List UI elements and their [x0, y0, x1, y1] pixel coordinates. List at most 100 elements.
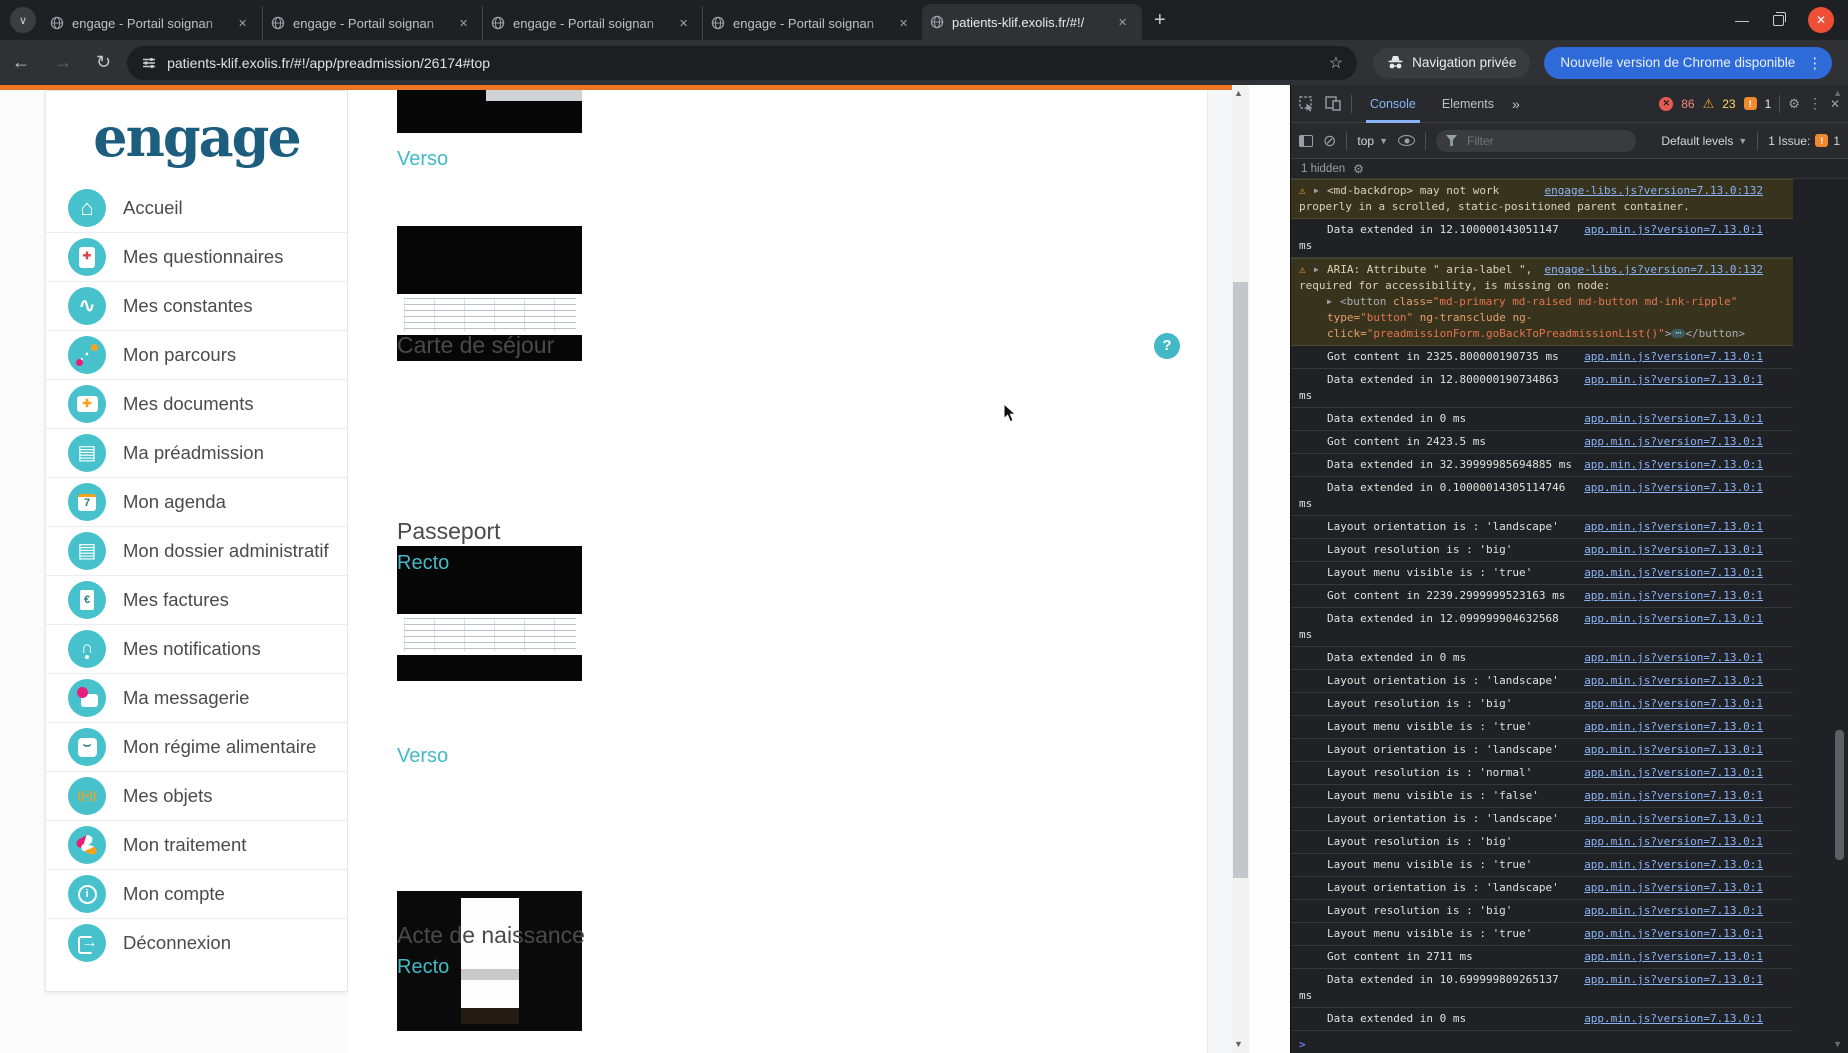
document-link-recto[interactable]: Recto: [397, 956, 449, 979]
filter-input[interactable]: [1465, 133, 1605, 149]
source-link[interactable]: app.min.js?version=7.13.0:1: [1584, 972, 1763, 988]
source-link[interactable]: app.min.js?version=7.13.0:1: [1584, 926, 1763, 942]
console-sidebar-icon[interactable]: [1299, 135, 1313, 147]
browser-tab[interactable]: patients-klif.exolis.fr/#!/ ✕: [922, 4, 1142, 40]
expand-caret-icon[interactable]: ▶: [1314, 262, 1327, 278]
source-link[interactable]: engage-libs.js?version=7.13.0:132: [1544, 183, 1763, 199]
scroll-up-icon[interactable]: ▲: [1234, 88, 1243, 98]
devtools-scrollbar-thumb[interactable]: [1835, 730, 1844, 860]
source-link[interactable]: app.min.js?version=7.13.0:1: [1584, 788, 1763, 804]
source-link[interactable]: app.min.js?version=7.13.0:1: [1584, 903, 1763, 919]
source-link[interactable]: app.min.js?version=7.13.0:1: [1584, 372, 1763, 388]
source-link[interactable]: app.min.js?version=7.13.0:1: [1584, 457, 1763, 473]
console-log-area[interactable]: engage-libs.js?version=7.13.0:132 ⚠▶<md-…: [1291, 179, 1848, 1053]
url-text[interactable]: patients-klif.exolis.fr/#!/app/preadmiss…: [167, 55, 1329, 71]
scroll-down-icon[interactable]: ▼: [1833, 1039, 1842, 1049]
source-link[interactable]: app.min.js?version=7.13.0:1: [1584, 834, 1763, 850]
chrome-update-button[interactable]: Nouvelle version de Chrome disponible ⋮: [1544, 47, 1832, 79]
source-link[interactable]: engage-libs.js?version=7.13.0:132: [1544, 262, 1763, 278]
minimize-button[interactable]: —: [1735, 12, 1749, 28]
source-link[interactable]: app.min.js?version=7.13.0:1: [1584, 673, 1763, 689]
restore-button[interactable]: [1773, 15, 1784, 26]
more-tabs-icon[interactable]: »: [1512, 96, 1518, 112]
source-link[interactable]: app.min.js?version=7.13.0:1: [1584, 222, 1763, 238]
gear-icon[interactable]: ⚙: [1353, 162, 1364, 176]
new-tab-button[interactable]: +: [1142, 1, 1178, 39]
sidebar-item[interactable]: ✚ Mes documents: [46, 379, 347, 428]
live-expression-icon[interactable]: [1398, 135, 1415, 146]
reload-button[interactable]: ↻: [84, 52, 123, 73]
source-link[interactable]: app.min.js?version=7.13.0:1: [1584, 519, 1763, 535]
expand-caret-icon[interactable]: ▶: [1314, 183, 1327, 199]
tab-close-icon[interactable]: ✕: [899, 17, 908, 30]
devtools-tab-elements[interactable]: Elements: [1434, 85, 1502, 123]
kebab-menu-icon[interactable]: ⋮: [1808, 95, 1822, 112]
error-count[interactable]: 86: [1681, 97, 1694, 111]
close-window-button[interactable]: ✕: [1808, 7, 1834, 33]
source-link[interactable]: app.min.js?version=7.13.0:1: [1584, 1011, 1763, 1027]
sidebar-item[interactable]: 7 Mon agenda: [46, 477, 347, 526]
issues-summary[interactable]: 1 Issue:!1: [1768, 134, 1840, 148]
sidebar-item[interactable]: Ma messagerie: [46, 673, 347, 722]
back-button[interactable]: ←: [0, 52, 42, 73]
help-icon[interactable]: ?: [1154, 333, 1180, 359]
browser-tab[interactable]: engage - Portail soignan ✕: [702, 6, 922, 40]
page-scrollbar-thumb[interactable]: [1233, 282, 1248, 878]
devtools-tab-console[interactable]: Console: [1362, 85, 1424, 123]
issues-count[interactable]: 1: [1765, 97, 1772, 111]
sidebar-item[interactable]: ▤ Mon dossier administratif: [46, 526, 347, 575]
document-link-verso[interactable]: Verso: [397, 148, 448, 171]
source-link[interactable]: app.min.js?version=7.13.0:1: [1584, 480, 1763, 496]
source-link[interactable]: app.min.js?version=7.13.0:1: [1584, 880, 1763, 896]
collapsed-content-ellipsis[interactable]: ⋯: [1671, 329, 1685, 338]
browser-tab[interactable]: engage - Portail soignan ✕: [482, 6, 702, 40]
filter-input-wrap[interactable]: [1436, 130, 1636, 152]
forward-button[interactable]: →: [42, 52, 84, 73]
inspect-element-icon[interactable]: [1299, 96, 1315, 112]
browser-tab[interactable]: engage - Portail soignan ✕: [42, 6, 262, 40]
console-prompt[interactable]: >: [1291, 1031, 1848, 1053]
document-link-verso[interactable]: Verso: [397, 745, 448, 768]
sidebar-item[interactable]: ⋰ Mon parcours: [46, 330, 347, 379]
document-link-recto[interactable]: Recto: [397, 552, 449, 575]
tab-close-icon[interactable]: ✕: [238, 17, 247, 30]
context-selector[interactable]: top▼: [1357, 134, 1388, 148]
address-bar[interactable]: patients-klif.exolis.fr/#!/app/preadmiss…: [127, 46, 1357, 80]
sidebar-item[interactable]: ⌣ Mon régime alimentaire: [46, 722, 347, 771]
source-link[interactable]: app.min.js?version=7.13.0:1: [1584, 696, 1763, 712]
document-thumbnail[interactable]: [397, 90, 582, 133]
sidebar-item[interactable]: Mon traitement: [46, 820, 347, 869]
source-link[interactable]: app.min.js?version=7.13.0:1: [1584, 565, 1763, 581]
tab-close-icon[interactable]: ✕: [679, 17, 688, 30]
source-link[interactable]: app.min.js?version=7.13.0:1: [1584, 811, 1763, 827]
gear-icon[interactable]: ⚙: [1788, 96, 1800, 112]
tab-close-icon[interactable]: ✕: [459, 17, 468, 30]
sidebar-item[interactable]: ∩ Mes notifications: [46, 624, 347, 673]
source-link[interactable]: app.min.js?version=7.13.0:1: [1584, 542, 1763, 558]
source-link[interactable]: app.min.js?version=7.13.0:1: [1584, 650, 1763, 666]
warning-count[interactable]: 23: [1722, 97, 1735, 111]
source-link[interactable]: app.min.js?version=7.13.0:1: [1584, 742, 1763, 758]
scroll-up-icon[interactable]: ▲: [1833, 88, 1842, 98]
source-link[interactable]: app.min.js?version=7.13.0:1: [1584, 765, 1763, 781]
source-link[interactable]: app.min.js?version=7.13.0:1: [1584, 434, 1763, 450]
sidebar-item[interactable]: → Déconnexion: [46, 918, 347, 967]
bookmark-star-icon[interactable]: ☆: [1329, 53, 1343, 73]
site-settings-icon[interactable]: [141, 55, 157, 71]
expand-caret-icon[interactable]: ▶: [1327, 294, 1340, 310]
sidebar-item[interactable]: ⌂ Accueil: [46, 183, 347, 232]
source-link[interactable]: app.min.js?version=7.13.0:1: [1584, 411, 1763, 427]
source-link[interactable]: app.min.js?version=7.13.0:1: [1584, 349, 1763, 365]
tab-close-icon[interactable]: ✕: [1118, 16, 1127, 29]
sidebar-item[interactable]: ((•)) Mes objets: [46, 771, 347, 820]
sidebar-item[interactable]: ✚ Mes questionnaires: [46, 232, 347, 281]
close-devtools-icon[interactable]: ✕: [1830, 97, 1840, 111]
source-link[interactable]: app.min.js?version=7.13.0:1: [1584, 611, 1763, 627]
tab-search-button[interactable]: ∨: [10, 7, 36, 33]
sidebar-item[interactable]: i Mon compte: [46, 869, 347, 918]
kebab-menu-icon[interactable]: ⋮: [1803, 54, 1826, 72]
device-toolbar-icon[interactable]: [1325, 96, 1341, 111]
sidebar-item[interactable]: € Mes factures: [46, 575, 347, 624]
source-link[interactable]: app.min.js?version=7.13.0:1: [1584, 857, 1763, 873]
source-link[interactable]: app.min.js?version=7.13.0:1: [1584, 719, 1763, 735]
